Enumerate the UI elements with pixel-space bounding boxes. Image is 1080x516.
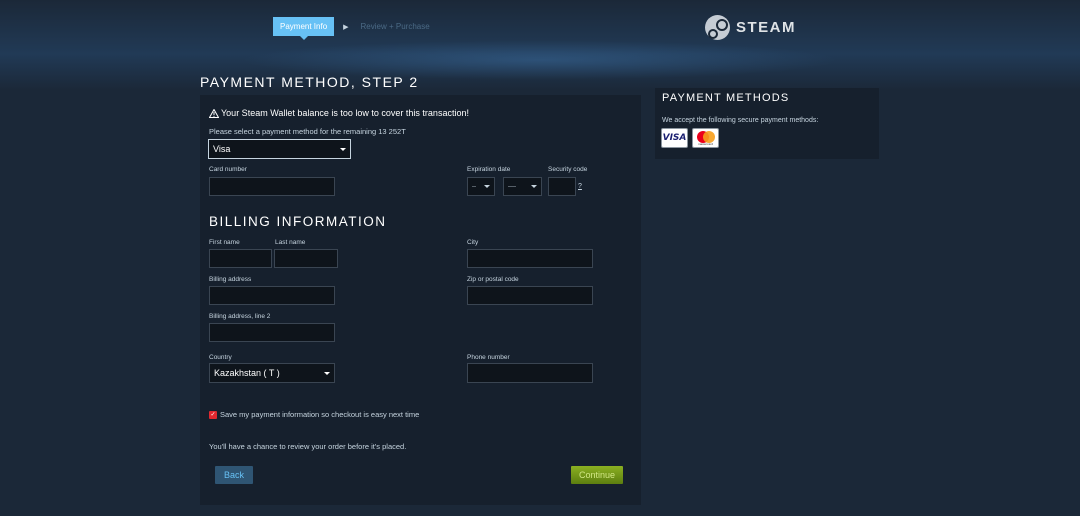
payment-methods-title: PAYMENT METHODS — [662, 92, 790, 104]
phone-number-input[interactable] — [467, 363, 593, 383]
mastercard-label: mastercard — [697, 142, 713, 146]
chevron-down-icon — [484, 185, 490, 188]
last-name-input[interactable] — [274, 249, 338, 268]
card-number-input[interactable] — [209, 177, 335, 196]
payment-method-select[interactable]: Visa — [208, 139, 351, 159]
expiration-date-label: Expiration date — [467, 166, 511, 173]
zip-input[interactable] — [467, 286, 593, 305]
warning-icon — [209, 108, 219, 118]
chevron-down-icon — [324, 371, 330, 375]
first-name-label: First name — [209, 239, 240, 246]
save-info-label: Save my payment information so checkout … — [220, 410, 420, 419]
phone-number-label: Phone number — [467, 354, 510, 361]
payment-form-panel: Your Steam Wallet balance is too low to … — [200, 95, 641, 505]
exp-month-value: -- — [472, 183, 476, 190]
exp-month-select[interactable]: -- — [467, 177, 495, 196]
chevron-right-icon: ▶ — [343, 23, 349, 31]
city-label: City — [467, 239, 479, 246]
country-label: Country — [209, 354, 232, 361]
security-code-help-link[interactable]: ? — [578, 183, 582, 190]
header-backdrop — [0, 0, 1080, 90]
steam-logo[interactable]: STEAM — [705, 15, 796, 40]
steam-logo-text: STEAM — [736, 19, 796, 36]
billing-address-2-label: Billing address, line 2 — [209, 313, 271, 320]
first-name-input[interactable] — [209, 249, 272, 268]
security-code-input[interactable] — [548, 177, 576, 196]
step-payment-info: Payment Info — [273, 17, 335, 40]
wallet-warning-text: Your Steam Wallet balance is too low to … — [221, 108, 469, 118]
security-code-label: Security code — [548, 166, 588, 173]
last-name-label: Last name — [275, 239, 306, 246]
country-select[interactable]: Kazakhstan ( T ) — [209, 363, 335, 383]
step-review-purchase: Review + Purchase — [360, 22, 430, 31]
payment-methods-panel: PAYMENT METHODS We accept the following … — [655, 88, 879, 159]
accepted-cards: VISA mastercard — [661, 128, 719, 148]
billing-address-label: Billing address — [209, 276, 252, 283]
mastercard-icon: mastercard — [692, 128, 719, 148]
billing-address-input[interactable] — [209, 286, 335, 305]
continue-button[interactable]: Continue — [571, 466, 623, 484]
back-button[interactable]: Back — [215, 466, 253, 484]
visa-card-icon: VISA — [661, 128, 688, 148]
country-value: Kazakhstan ( T ) — [214, 368, 280, 378]
save-info-row: ✓ Save my payment information so checkou… — [209, 410, 419, 419]
save-info-checkbox[interactable]: ✓ — [209, 410, 217, 419]
payment-method-value: Visa — [213, 144, 231, 154]
wallet-warning: Your Steam Wallet balance is too low to … — [209, 108, 469, 118]
billing-address-2-input[interactable] — [209, 323, 335, 342]
payment-method-prompt: Please select a payment method for the r… — [209, 127, 406, 136]
review-note: You'll have a chance to review your orde… — [209, 442, 407, 451]
chevron-down-icon — [340, 147, 346, 151]
page-title: PAYMENT METHOD, STEP 2 — [200, 74, 419, 90]
exp-year-select[interactable]: ---- — [503, 177, 542, 196]
exp-year-value: ---- — [508, 183, 516, 190]
payment-methods-text: We accept the following secure payment m… — [662, 117, 819, 124]
steam-logo-icon — [705, 15, 730, 40]
checkout-steps: Payment Info ▶ Review + Purchase — [273, 17, 430, 40]
chevron-down-icon — [531, 185, 537, 188]
card-number-label: Card number — [209, 166, 247, 173]
billing-information-title: BILLING INFORMATION — [209, 214, 387, 229]
city-input[interactable] — [467, 249, 593, 268]
zip-label: Zip or postal code — [467, 276, 519, 283]
